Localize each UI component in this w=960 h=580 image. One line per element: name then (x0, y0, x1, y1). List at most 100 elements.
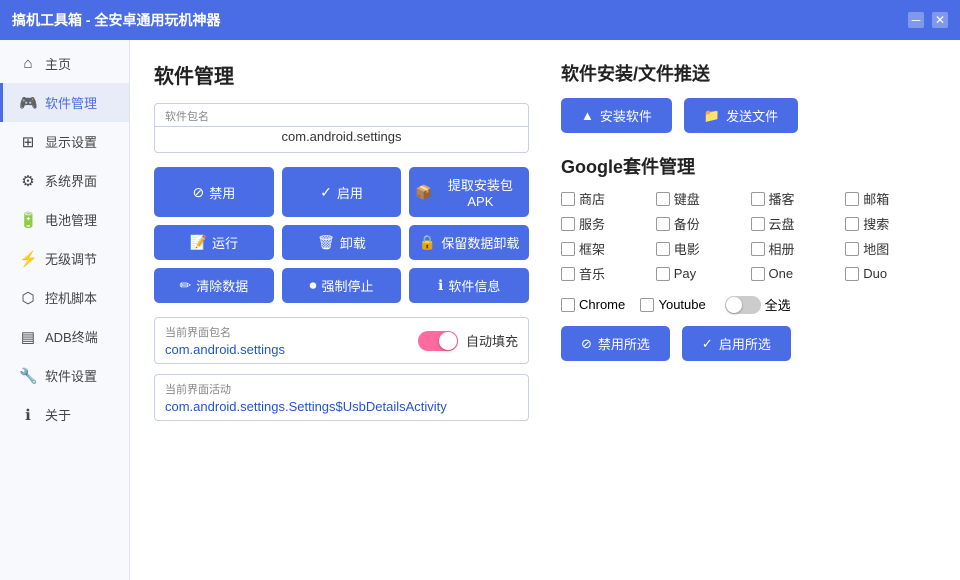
checkbox-youtube[interactable] (640, 298, 654, 312)
sidebar-label-display: 显示设置 (45, 132, 97, 151)
google-item-drive: 云盘 (751, 214, 842, 233)
enable-button[interactable]: ✓ 启用 (282, 167, 402, 217)
about-icon: ℹ (19, 406, 37, 424)
settings-icon: 🔧 (19, 367, 37, 385)
label-player: 播客 (769, 189, 795, 208)
sidebar-label-about: 关于 (45, 405, 71, 424)
pkg-label: 软件包名 (165, 108, 518, 124)
google-items-grid: 商店 键盘 播客 邮箱 (561, 189, 936, 283)
label-keyboard: 键盘 (674, 189, 700, 208)
disable-button[interactable]: ⊘ 禁用 (154, 167, 274, 217)
checkbox-pay[interactable] (656, 267, 670, 281)
checkbox-store[interactable] (561, 192, 575, 206)
checkbox-duo[interactable] (845, 267, 859, 281)
label-photos: 相册 (769, 239, 795, 258)
install-buttons: ▲ 安装软件 📁 发送文件 (561, 98, 936, 133)
checkbox-backup[interactable] (656, 217, 670, 231)
current-activity-label: 当前界面活动 (165, 381, 518, 397)
install-software-button[interactable]: ▲ 安装软件 (561, 98, 672, 133)
battery-icon: 🔋 (19, 211, 37, 229)
label-youtube: Youtube (658, 297, 705, 312)
checkbox-drive[interactable] (751, 217, 765, 231)
uninstall-button[interactable]: 🗑 卸载 (282, 225, 402, 260)
label-music: 音乐 (579, 264, 605, 283)
label-framework: 框架 (579, 239, 605, 258)
send-file-button[interactable]: 📁 发送文件 (684, 98, 798, 133)
sidebar-item-adb[interactable]: ▤ ADB终端 (0, 317, 129, 356)
enable-all-label: 启用所选 (719, 334, 771, 353)
sidebar-label-software: 软件管理 (45, 93, 97, 112)
system-icon: ⚙ (19, 172, 37, 190)
close-button[interactable]: ✕ (932, 12, 948, 28)
disable-all-label: 禁用所选 (598, 334, 650, 353)
disable-all-icon: ⊘ (581, 336, 592, 352)
right-panel: 软件安装/文件推送 ▲ 安装软件 📁 发送文件 Google套件管理 (561, 60, 936, 560)
left-panel: 软件管理 软件包名 ⊘ 禁用 ✓ 启用 📦 提取安装包APK (154, 60, 529, 560)
pkg-input[interactable] (165, 127, 518, 146)
adb-icon: ▤ (19, 328, 37, 346)
google-item-maps: 地图 (845, 239, 936, 258)
current-activity-box: 当前界面活动 com.android.settings.Settings$Usb… (154, 374, 529, 421)
autofill-toggle[interactable] (418, 331, 458, 351)
force-stop-label: 强制停止 (321, 276, 373, 295)
disable-label: 禁用 (209, 183, 235, 202)
checkbox-email[interactable] (845, 192, 859, 206)
label-maps: 地图 (863, 239, 889, 258)
autofill-toggle-row: 自动填充 (418, 331, 518, 351)
sidebar-item-home[interactable]: ⌂ 主页 (0, 44, 129, 83)
software-icon: 🎮 (19, 94, 37, 112)
checkbox-music[interactable] (561, 267, 575, 281)
app-body: ⌂ 主页 🎮 软件管理 ⊞ 显示设置 ⚙ 系统界面 🔋 电池管理 ⚡ 无级调节 … (0, 40, 960, 580)
checkbox-maps[interactable] (845, 242, 859, 256)
checkbox-framework[interactable] (561, 242, 575, 256)
google-item-movies: 电影 (656, 239, 747, 258)
run-button[interactable]: 📝 运行 (154, 225, 274, 260)
sidebar-item-about[interactable]: ℹ 关于 (0, 395, 129, 434)
select-all-toggle[interactable] (725, 296, 761, 314)
google-item-framework: 框架 (561, 239, 652, 258)
minimize-button[interactable]: － (908, 12, 924, 28)
checkbox-player[interactable] (751, 192, 765, 206)
run-label: 运行 (212, 233, 238, 252)
sidebar-item-battery[interactable]: 🔋 电池管理 (0, 200, 129, 239)
action-buttons-grid: ⊘ 禁用 ✓ 启用 📦 提取安装包APK 📝 运行 🗑 卸载 (154, 167, 529, 303)
send-file-label: 发送文件 (726, 106, 778, 125)
google-item-photos: 相册 (751, 239, 842, 258)
sidebar-item-system[interactable]: ⚙ 系统界面 (0, 161, 129, 200)
label-movies: 电影 (674, 239, 700, 258)
google-item-store: 商店 (561, 189, 652, 208)
checkbox-one[interactable] (751, 267, 765, 281)
extract-button[interactable]: 📦 提取安装包APK (409, 167, 529, 217)
uninstall-keep-button[interactable]: 🔒 保留数据卸载 (409, 225, 529, 260)
install-section-title: 软件安装/文件推送 (561, 60, 936, 86)
window-controls: － ✕ (908, 12, 948, 28)
install-icon: ▲ (581, 108, 594, 123)
sidebar-item-settings[interactable]: 🔧 软件设置 (0, 356, 129, 395)
clear-button[interactable]: ✏ 清除数据 (154, 268, 274, 303)
select-all-row: Chrome Youtube 全选 (561, 295, 936, 314)
disable-icon: ⊘ (192, 184, 204, 201)
sidebar-item-script[interactable]: ⬡ 控机脚本 (0, 278, 129, 317)
sidebar-item-advanced[interactable]: ⚡ 无级调节 (0, 239, 129, 278)
google-section: Google套件管理 商店 键盘 播客 (561, 153, 936, 361)
google-item-backup: 备份 (656, 214, 747, 233)
checkbox-movies[interactable] (656, 242, 670, 256)
software-info-button[interactable]: ℹ 软件信息 (409, 268, 529, 303)
force-stop-button[interactable]: ⏺ 强制停止 (282, 268, 402, 303)
sidebar-item-display[interactable]: ⊞ 显示设置 (0, 122, 129, 161)
sidebar-label-script: 控机脚本 (45, 288, 97, 307)
disable-all-button[interactable]: ⊘ 禁用所选 (561, 326, 670, 361)
checkbox-photos[interactable] (751, 242, 765, 256)
enable-all-button[interactable]: ✓ 启用所选 (682, 326, 791, 361)
left-panel-title: 软件管理 (154, 60, 529, 89)
sidebar-label-battery: 电池管理 (45, 210, 97, 229)
current-activity-value: com.android.settings.Settings$UsbDetails… (165, 399, 518, 414)
sidebar-item-software[interactable]: 🎮 软件管理 (0, 83, 129, 122)
checkbox-keyboard[interactable] (656, 192, 670, 206)
checkbox-search[interactable] (845, 217, 859, 231)
bottom-buttons: ⊘ 禁用所选 ✓ 启用所选 (561, 326, 936, 361)
checkbox-chrome[interactable] (561, 298, 575, 312)
checkbox-service[interactable] (561, 217, 575, 231)
display-icon: ⊞ (19, 133, 37, 151)
enable-all-icon: ✓ (702, 336, 713, 352)
